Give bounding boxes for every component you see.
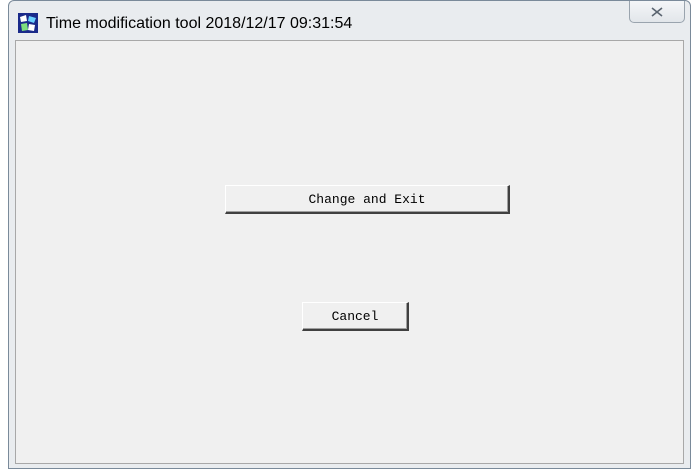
app-icon [18,13,38,33]
close-button[interactable] [629,1,685,23]
dialog-window: Time modification tool 2018/12/17 09:31:… [8,0,691,469]
cancel-label: Cancel [331,308,379,324]
change-and-exit-button[interactable]: Change and Exit [225,185,510,214]
change-and-exit-label: Change and Exit [308,191,426,207]
title-bar[interactable]: Time modification tool 2018/12/17 09:31:… [9,1,690,39]
dialog-client-area: Change and Exit Cancel [15,40,684,464]
cancel-button[interactable]: Cancel [302,302,409,331]
close-icon [651,6,663,17]
window-title: Time modification tool 2018/12/17 09:31:… [46,15,353,32]
